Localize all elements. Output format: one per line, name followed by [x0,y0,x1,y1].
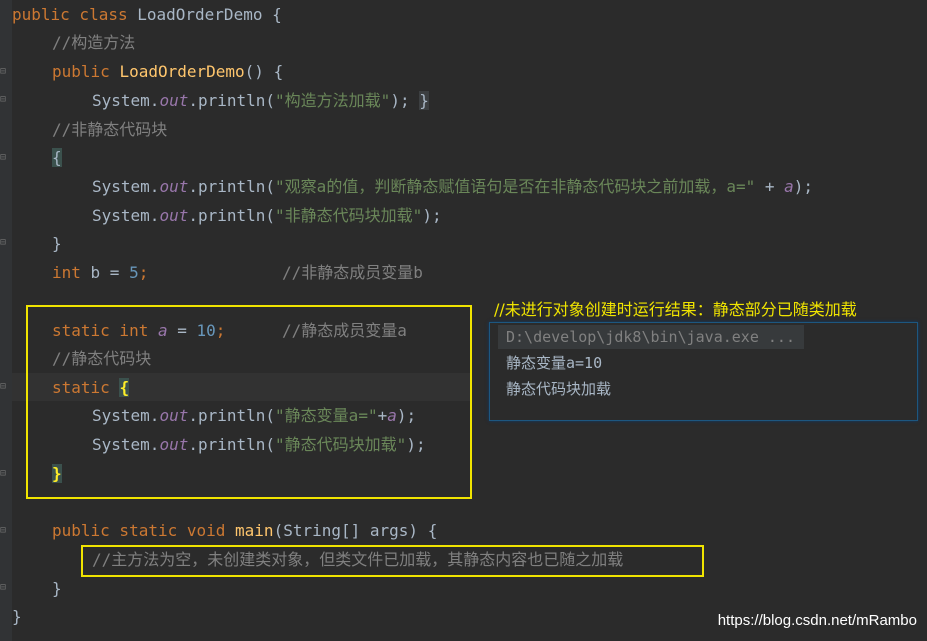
code-line: } [12,607,22,626]
console-output-panel[interactable]: D:\develop\jdk8\bin\java.exe ... 静态变量a=1… [489,322,918,421]
code-comment: //构造方法 [52,33,136,52]
code-line: } [52,579,62,598]
code-line: System.out.println("非静态代码块加载"); [92,206,442,225]
fold-marker-icon[interactable]: ⊟ [0,95,10,105]
code-line: { [52,148,62,167]
code-line: } [52,234,62,253]
fold-marker-icon[interactable]: ⊟ [0,238,10,248]
watermark: https://blog.csdn.net/mRambo [717,612,917,629]
code-line: public static void main(String[] args) { [52,521,438,540]
annotation-label: //未进行对象创建时运行结果：静态部分已随类加载 [494,300,857,319]
fold-marker-icon[interactable]: ⊟ [0,469,10,479]
static-section-highlight-box [26,305,472,499]
console-command: D:\develop\jdk8\bin\java.exe ... [506,328,795,346]
code-line: System.out.println("构造方法加载"); } [92,91,429,110]
code-line: public class LoadOrderDemo { [12,5,282,24]
code-line: int b = 5;//非静态成员变量b [52,263,423,282]
fold-marker-icon[interactable]: ⊟ [0,382,10,392]
fold-marker-icon[interactable]: ⊟ [0,67,10,77]
fold-marker-icon[interactable]: ⊟ [0,153,10,163]
code-comment: //非静态代码块 [52,120,168,139]
fold-marker-icon[interactable]: ⊟ [0,583,10,593]
console-output-line: 静态代码块加载 [506,380,612,398]
code-line: public LoadOrderDemo() { [52,62,284,81]
code-line: System.out.println("观察a的值，判断静态赋值语句是否在非静态… [92,177,814,196]
console-output-line: 静态变量a=10 [506,354,603,372]
fold-marker-icon[interactable]: ⊟ [0,526,10,536]
main-comment-highlight-box [81,545,704,577]
